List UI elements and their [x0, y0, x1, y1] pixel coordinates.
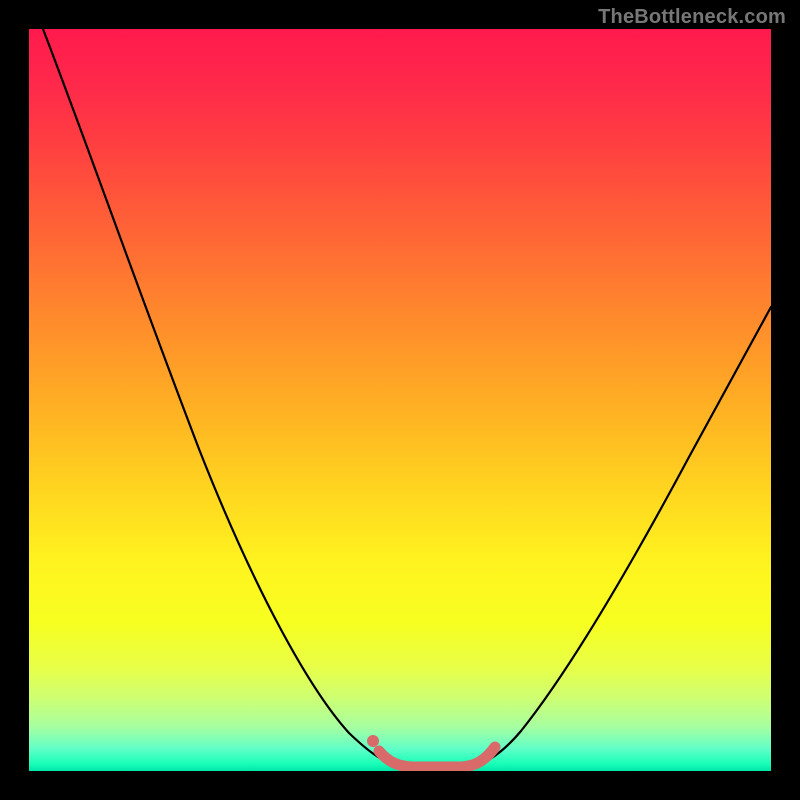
curve-layer: [29, 29, 771, 771]
chart-stage: TheBottleneck.com: [0, 0, 800, 800]
bottleneck-curve-path: [43, 29, 771, 769]
bottom-marker-path: [379, 747, 495, 767]
watermark-text: TheBottleneck.com: [598, 6, 786, 29]
plot-area: [29, 29, 771, 771]
marker-dot: [367, 735, 379, 747]
